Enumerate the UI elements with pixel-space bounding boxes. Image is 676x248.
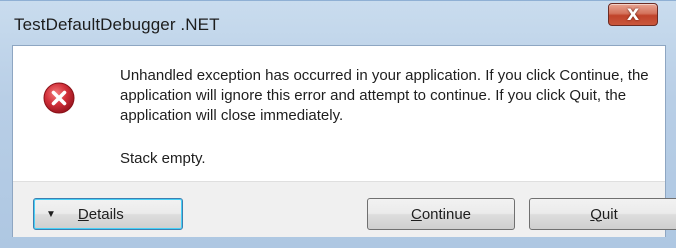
- window-title: TestDefaultDebugger .NET: [14, 15, 220, 34]
- close-button[interactable]: X: [608, 3, 658, 26]
- quit-button[interactable]: Quit: [529, 198, 676, 230]
- error-icon: [43, 82, 75, 114]
- error-message: Unhandled exception has occurred in your…: [120, 67, 649, 124]
- close-icon: X: [626, 4, 640, 24]
- details-button-label: Details: [77, 205, 124, 223]
- button-bar: ▼ Details Continue Quit: [13, 181, 676, 237]
- chevron-down-icon: ▼: [46, 208, 56, 220]
- details-button[interactable]: ▼ Details: [33, 198, 183, 230]
- message-area: Unhandled exception has occurred in your…: [13, 46, 665, 181]
- continue-button[interactable]: Continue: [367, 198, 515, 230]
- title-bar[interactable]: TestDefaultDebugger .NET X: [0, 1, 676, 51]
- continue-button-label: Continue: [410, 205, 472, 223]
- stack-text: Stack empty.: [120, 150, 206, 167]
- quit-button-label: Quit: [590, 205, 618, 223]
- dialog-client-area: Unhandled exception has occurred in your…: [12, 45, 676, 237]
- dialog-window: TestDefaultDebugger .NET X Unhandled exc…: [0, 0, 676, 248]
